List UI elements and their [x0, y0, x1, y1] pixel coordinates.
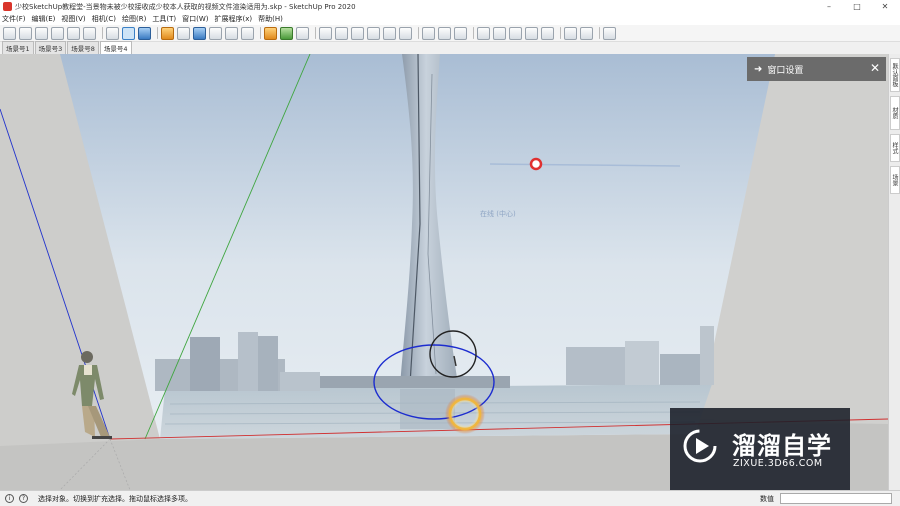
tray-tab-styles[interactable]: 样式 — [890, 134, 900, 162]
inference-tooltip: 在线 (中心) — [480, 210, 516, 218]
menu-extensions[interactable]: 扩展程序(x) — [214, 14, 252, 24]
close-icon[interactable]: ✕ — [870, 61, 880, 75]
hidden-line-style-icon[interactable] — [509, 26, 522, 40]
wireframe-style-icon[interactable] — [493, 26, 506, 40]
toolbar-separator — [418, 27, 419, 39]
measurements-label: 数值 — [760, 495, 774, 503]
scene-tab-1[interactable]: 场景号1 — [2, 41, 34, 54]
shaded-style-icon[interactable] — [525, 26, 538, 40]
section-display-icon[interactable] — [351, 26, 364, 40]
menu-edit[interactable]: 编辑(E) — [32, 14, 56, 24]
window-title: 少校SketchUp教程堂-当景物未被少校接收成少校本人获取的视频文件渲染适用为… — [15, 2, 356, 11]
layout-icon[interactable] — [296, 26, 309, 40]
menu-file[interactable]: 文件(F) — [2, 14, 26, 24]
menu-draw[interactable]: 绘图(R) — [122, 14, 146, 24]
geo-location-icon[interactable] — [603, 26, 616, 40]
shadow-icon[interactable] — [564, 26, 577, 40]
main-toolbar — [0, 25, 900, 42]
play-logo-icon — [683, 429, 717, 463]
menu-view[interactable]: 视图(V) — [61, 14, 85, 24]
tray-tab-scenes[interactable]: 场景 — [890, 166, 900, 194]
save-icon[interactable] — [35, 26, 48, 40]
layers-icon[interactable] — [122, 26, 135, 40]
status-message: 选择对象。切换到扩充选择。拖动鼠标选择多项。 — [38, 494, 192, 503]
paint-bucket-icon[interactable] — [193, 26, 206, 40]
toolbar-separator — [157, 27, 158, 39]
zoom-extents-icon[interactable] — [225, 26, 238, 40]
select-arrow-icon[interactable] — [106, 26, 119, 40]
pan-icon[interactable] — [209, 26, 222, 40]
toolbar-separator — [560, 27, 561, 39]
toolbar-separator — [315, 27, 316, 39]
zixue-watermark: 溜溜自学 ZIXUE.3D66.COM — [670, 408, 850, 492]
new-file-icon[interactable] — [3, 26, 16, 40]
warehouse-icon[interactable] — [264, 26, 277, 40]
camera-icon[interactable] — [241, 26, 254, 40]
entity-info-icon[interactable] — [138, 26, 151, 40]
component-icon[interactable] — [161, 26, 174, 40]
status-bar: i ? 选择对象。切换到扩充选择。拖动鼠标选择多项。 数值 — [0, 490, 900, 506]
instructor-icon[interactable]: ? — [19, 494, 28, 503]
sketchup-logo-icon — [3, 2, 12, 11]
menu-bar: 文件(F) 编辑(E) 视图(V) 相机(C) 绘图(R) 工具(T) 窗口(W… — [0, 13, 900, 25]
scene-tab-4[interactable]: 场景号4 — [99, 41, 132, 54]
menu-window[interactable]: 窗口(W) — [182, 14, 208, 24]
section-plane-icon[interactable] — [335, 26, 348, 40]
red-point-marker — [529, 157, 543, 171]
section-fill-icon[interactable] — [367, 26, 380, 40]
redo-icon[interactable] — [67, 26, 80, 40]
scene-tabs: 场景号1 场景号3 场景号8 场景号4 — [0, 41, 900, 54]
tray-title: 窗口设置 — [767, 65, 804, 76]
fog-icon[interactable] — [580, 26, 593, 40]
xray-style-icon[interactable] — [477, 26, 490, 40]
menu-tools[interactable]: 工具(T) — [152, 14, 176, 24]
print-icon[interactable] — [83, 26, 96, 40]
menu-help[interactable]: 帮助(H) — [258, 14, 283, 24]
watermark-name: 溜溜自学 — [732, 432, 832, 460]
sketchup-window: 少校SketchUp教程堂-当景物未被少校接收成少校本人获取的视频文件渲染适用为… — [0, 0, 900, 506]
top-view-icon[interactable] — [438, 26, 451, 40]
minimize-button[interactable]: – — [815, 0, 843, 13]
toolbar-separator — [102, 27, 103, 39]
toolbar-separator — [260, 27, 261, 39]
textured-style-icon[interactable] — [541, 26, 554, 40]
scene-tab-3[interactable]: 场景号3 — [34, 41, 67, 54]
open-file-icon[interactable] — [19, 26, 32, 40]
watermark-url: ZIXUE.3D66.COM — [733, 458, 823, 469]
window-settings-tray[interactable]: ➜ 窗口设置 ✕ — [747, 57, 886, 81]
message-icon[interactable] — [383, 26, 396, 40]
title-bar: 少校SketchUp教程堂-当景物未被少校接收成少校本人获取的视频文件渲染适用为… — [0, 0, 900, 13]
tray-tab-materials[interactable]: 材质 — [890, 96, 900, 130]
geolocation-icon[interactable]: i — [5, 494, 14, 503]
menu-camera[interactable]: 相机(C) — [92, 14, 116, 24]
maximize-button[interactable]: □ — [843, 0, 871, 13]
arrow-right-icon: ➜ — [754, 63, 763, 75]
scene-tab-8[interactable]: 场景号8 — [67, 41, 99, 54]
tray-tab-default[interactable]: 默认面板 — [890, 58, 900, 92]
iso-view-icon[interactable] — [422, 26, 435, 40]
close-button[interactable]: ✕ — [871, 0, 899, 13]
toolbar-separator — [599, 27, 600, 39]
collapsed-tray-strip: 默认面板 材质 样式 场景 — [888, 54, 900, 490]
extension-icon[interactable] — [280, 26, 293, 40]
rotate-icon[interactable] — [177, 26, 190, 40]
sound-icon[interactable] — [319, 26, 332, 40]
front-view-icon[interactable] — [454, 26, 467, 40]
measurements-input[interactable] — [780, 493, 892, 504]
toolbar-separator — [473, 27, 474, 39]
export-icon[interactable] — [399, 26, 412, 40]
undo-icon[interactable] — [51, 26, 64, 40]
